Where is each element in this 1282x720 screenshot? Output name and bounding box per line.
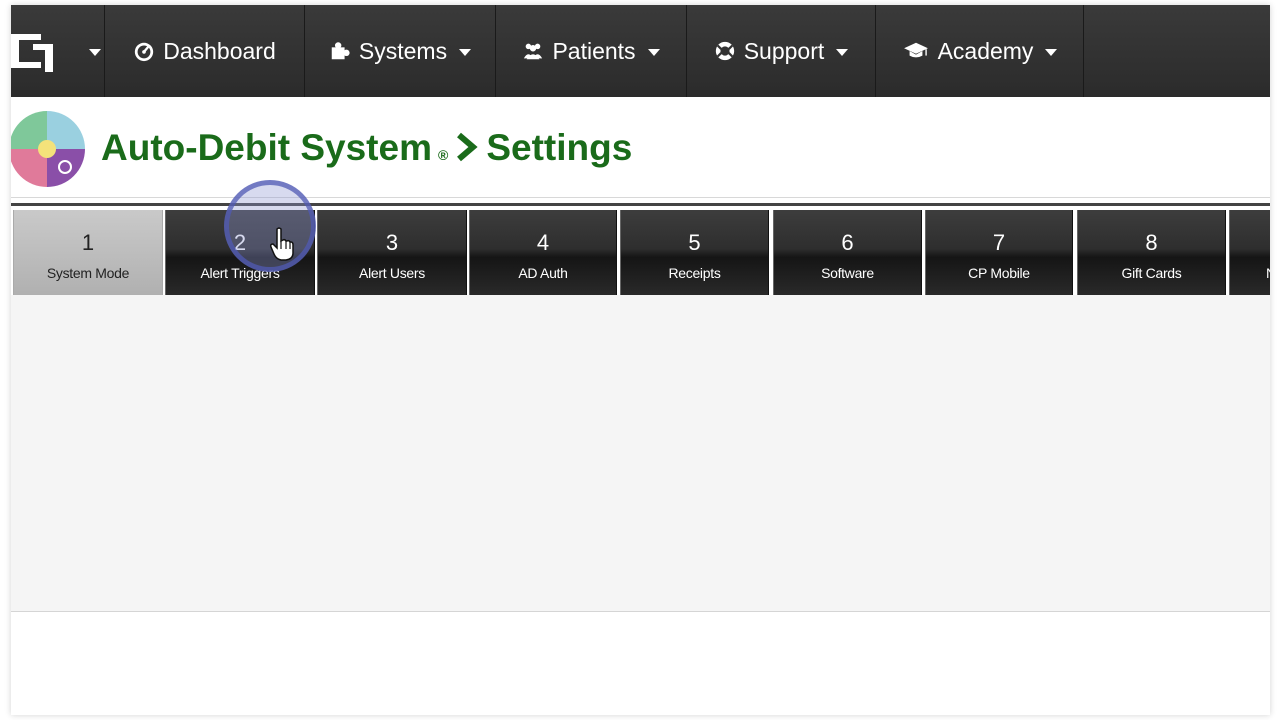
page-name: Settings: [486, 127, 633, 168]
tab-number: 1: [81, 230, 95, 255]
graduation-cap-icon: [903, 42, 928, 58]
brand-menu[interactable]: [11, 5, 105, 97]
nav-patients[interactable]: Patients: [496, 5, 687, 97]
tab-content-panel: [11, 295, 1270, 612]
tab-label: System Mode: [46, 265, 130, 281]
tab-ad-auth[interactable]: 4 AD Auth: [469, 210, 617, 296]
puzzle-piece-icon: [331, 42, 350, 60]
tab-number: 7: [992, 230, 1006, 255]
registered-mark: ®: [437, 147, 449, 163]
tab-gift-cards[interactable]: 8 Gift Cards: [1077, 210, 1226, 296]
tab-alert-users[interactable]: 3 Alert Users: [317, 210, 467, 296]
tab-next-partial[interactable]: N: [1229, 210, 1270, 296]
chevron-down-icon: [647, 49, 660, 56]
tab-label: N: [1266, 265, 1270, 281]
nav-patients-label: Patients: [552, 37, 636, 64]
tab-label: CP Mobile: [968, 265, 1030, 281]
tab-number: 5: [688, 230, 701, 255]
app-window: Dashboard Systems Patients Support Acade…: [11, 5, 1270, 715]
nav-systems-label: Systems: [358, 37, 448, 64]
tab-number: 8: [1145, 230, 1158, 255]
tab-software[interactable]: 6 Software: [773, 210, 922, 296]
tab-number: 4: [536, 230, 550, 255]
chevron-down-icon: [836, 49, 849, 56]
page-header: Auto-Debit System ® Settings: [11, 97, 1270, 198]
hand-cursor-icon: [270, 227, 294, 261]
dashboard-icon: [135, 42, 154, 62]
puzzle-logo-icon: [11, 111, 85, 187]
chevron-right-icon: [457, 132, 478, 162]
tab-label: Alert Triggers: [200, 265, 280, 281]
tab-number: 3: [385, 230, 399, 255]
tab-label: Alert Users: [359, 265, 425, 281]
tab-number: [1266, 230, 1270, 256]
brand-logo-icon: [11, 34, 53, 72]
users-icon: [524, 43, 543, 60]
tab-number: 6: [841, 230, 854, 255]
nav-support-label: Support: [743, 37, 825, 64]
tab-receipts[interactable]: 5 Receipts: [620, 210, 769, 296]
nav-support[interactable]: Support: [687, 5, 876, 97]
tab-label: Software: [821, 265, 874, 281]
top-navbar: Dashboard Systems Patients Support Acade…: [11, 5, 1270, 97]
chevron-down-icon: [1045, 49, 1058, 56]
nav-systems[interactable]: Systems: [305, 5, 496, 97]
chevron-down-icon: [459, 49, 472, 56]
tab-cp-mobile[interactable]: 7 CP Mobile: [925, 210, 1073, 296]
chevron-down-icon: [89, 49, 101, 56]
tab-system-mode[interactable]: 1 System Mode: [13, 210, 163, 296]
page-title: Auto-Debit System ® Settings: [101, 127, 632, 169]
nav-academy[interactable]: Academy: [876, 5, 1084, 97]
nav-academy-label: Academy: [937, 37, 1034, 64]
settings-tabs: 1 System Mode 2 Alert Triggers 3 Alert U…: [11, 203, 1270, 300]
system-name: Auto-Debit System: [101, 127, 432, 168]
nav-dashboard[interactable]: Dashboard: [105, 5, 305, 97]
life-ring-icon: [715, 41, 734, 61]
tab-label: AD Auth: [518, 265, 568, 281]
tab-label: Receipts: [668, 265, 721, 281]
tab-label: Gift Cards: [1121, 265, 1182, 281]
nav-dashboard-label: Dashboard: [163, 37, 276, 64]
